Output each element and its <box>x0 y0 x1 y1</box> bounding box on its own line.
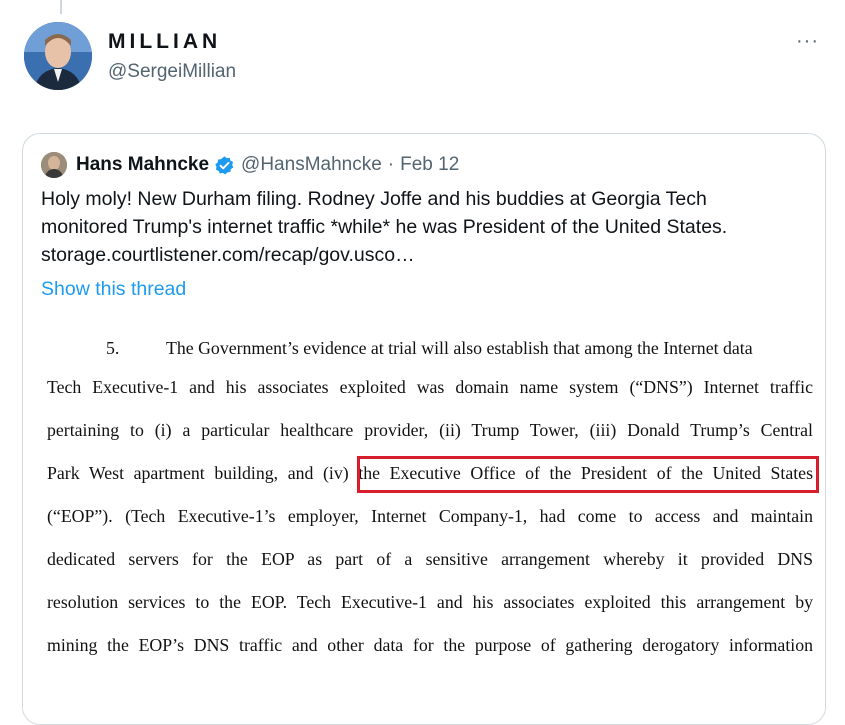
filing-line: dedicated servers for the EOP as part of… <box>47 549 813 569</box>
quoted-tweet-header: Hans Mahncke @HansMahncke · Feb 12 <box>41 152 459 178</box>
filing-line: mining the EOP’s DNS traffic and other d… <box>47 635 813 655</box>
court-filing-image[interactable]: 5. The Government’s evidence at trial wil… <box>23 324 825 724</box>
filing-line: 5. The Government’s evidence at trial wil… <box>47 338 813 359</box>
avatar[interactable] <box>24 22 92 90</box>
quoted-tweet-date[interactable]: Feb 12 <box>400 154 459 176</box>
filing-line: Tech Executive-1 and his associates expl… <box>47 377 813 397</box>
filing-line: (“EOP”). (Tech Executive-1’s employer, I… <box>47 506 813 526</box>
filing-line: pertaining to (i) a particular healthcar… <box>47 420 813 440</box>
quoted-tweet-card[interactable]: Hans Mahncke @HansMahncke · Feb 12 Holy … <box>22 133 826 725</box>
verified-badge-icon <box>214 155 235 176</box>
quoted-tweet-text: Holy moly! New Durham filing. Rodney Jof… <box>41 185 811 269</box>
quoted-author-handle[interactable]: @HansMahncke <box>241 154 382 176</box>
author-handle[interactable]: @SergeiMillian <box>108 61 236 83</box>
filing-line: resolution services to the EOP. Tech Exe… <box>47 592 813 612</box>
thread-connector-line <box>60 0 62 14</box>
show-thread-link[interactable]: Show this thread <box>41 278 186 301</box>
more-options-icon[interactable]: ··· <box>796 30 819 53</box>
paragraph-number: 5. <box>106 338 120 358</box>
quoted-tweet-link[interactable]: storage.courtlistener.com/recap/gov.usco… <box>41 241 811 269</box>
quoted-profile-photo <box>41 152 67 178</box>
quoted-tweet-line: monitored Trump's internet traffic *whil… <box>41 216 728 238</box>
author-name[interactable]: MILLIAN <box>108 30 221 54</box>
quoted-author-avatar[interactable] <box>41 152 67 178</box>
red-highlight-box <box>357 456 819 493</box>
quoted-author-name[interactable]: Hans Mahncke <box>76 154 209 176</box>
quoted-tweet-line: Holy moly! New Durham filing. Rodney Jof… <box>41 188 707 210</box>
separator-dot: · <box>387 154 395 175</box>
filing-line-text: The Government’s evidence at trial will … <box>166 338 753 358</box>
profile-photo <box>24 22 92 90</box>
